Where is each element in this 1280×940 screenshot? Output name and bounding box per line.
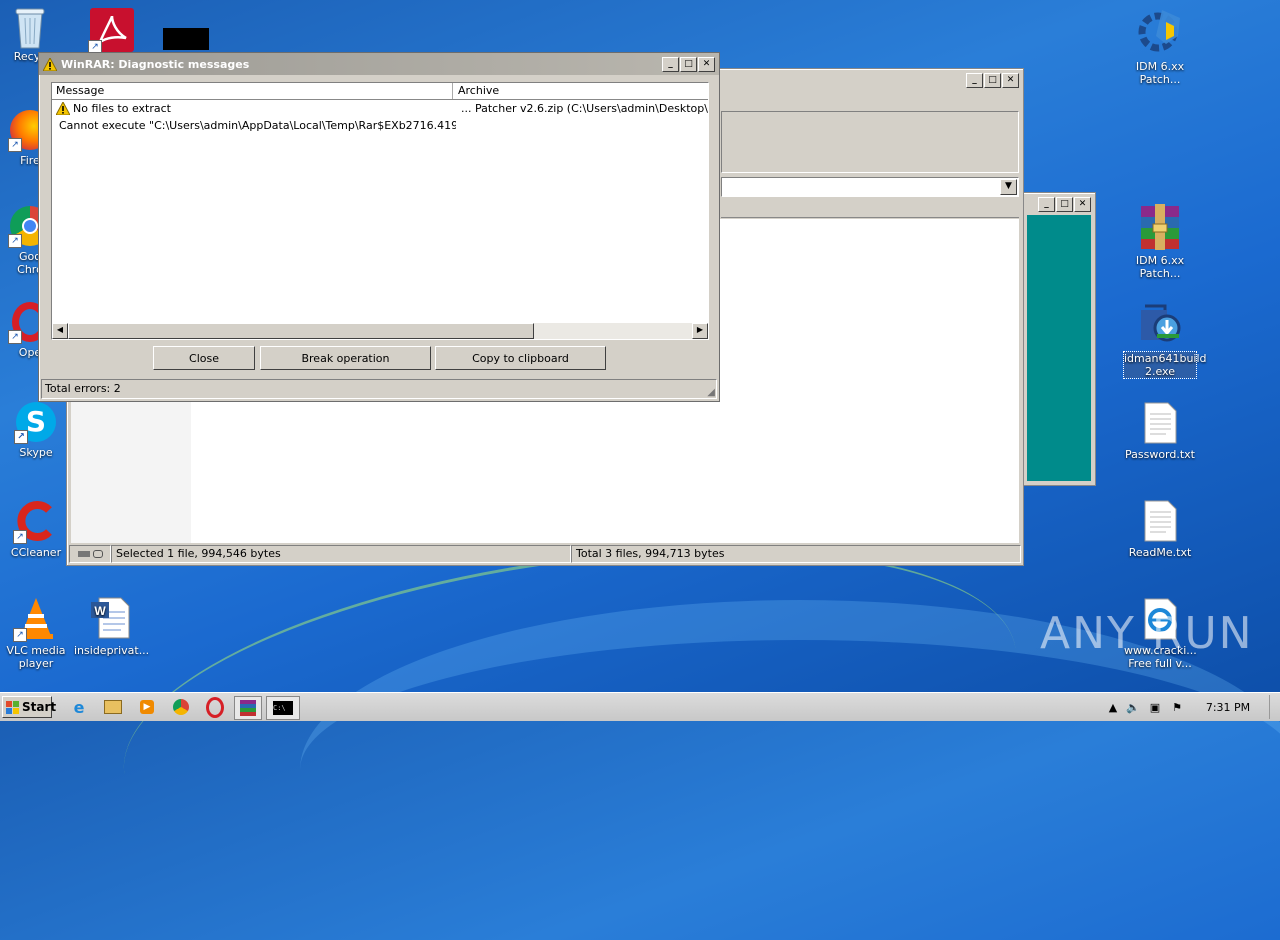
text-file-icon bbox=[1142, 402, 1178, 444]
winrar-archive-icon bbox=[1137, 204, 1183, 250]
network-icon[interactable]: ▣ bbox=[1144, 701, 1166, 714]
idm-installer-icon bbox=[1137, 302, 1183, 348]
dialog-statusbar: Total errors: 2 ◢ bbox=[41, 379, 717, 399]
close-button[interactable]: ✕ bbox=[1074, 196, 1091, 212]
desktop-icon-readme-txt[interactable]: ReadMe.txt bbox=[1124, 500, 1196, 559]
desktop-icon-ccleaner[interactable]: ↗ CCleaner bbox=[0, 500, 72, 559]
chevron-down-icon[interactable]: ▼ bbox=[1000, 179, 1017, 195]
desktop-icon-black[interactable] bbox=[150, 28, 222, 54]
action-center-flag-icon[interactable]: ⚑ bbox=[1166, 701, 1188, 714]
cmd-taskbar-icon[interactable]: C:\ bbox=[266, 696, 300, 720]
shortcut-arrow-icon: ↗ bbox=[8, 234, 22, 248]
main-statusbar: Selected 1 file, 994,546 bytes Total 3 f… bbox=[69, 545, 1021, 563]
file-list-header bbox=[721, 203, 1019, 218]
ccleaner-icon: ↗ bbox=[13, 500, 57, 544]
break-operation-button[interactable]: Break operation bbox=[260, 346, 431, 370]
scroll-right-icon[interactable]: ▶ bbox=[692, 323, 708, 339]
recycle-bin-icon bbox=[10, 6, 50, 49]
desktop-icon-vlc[interactable]: ↗ VLC media player bbox=[0, 596, 72, 670]
show-desktop-button[interactable] bbox=[1269, 695, 1280, 719]
list-header: Message Archive bbox=[52, 83, 708, 100]
desktop-icon-skype[interactable]: S ↗ Skype bbox=[0, 402, 72, 459]
explorer-taskbar-icon[interactable] bbox=[102, 697, 124, 717]
horizontal-scrollbar[interactable]: ◀ ▶ bbox=[52, 323, 708, 339]
row-message: Cannot execute "C:\Users\admin\AppData\L… bbox=[59, 119, 456, 132]
diagnostic-dialog[interactable]: WinRAR: Diagnostic messages _ □ ✕ Messag… bbox=[38, 52, 720, 402]
minimize-button[interactable]: _ bbox=[966, 73, 983, 88]
resize-grip-icon[interactable]: ◢ bbox=[707, 387, 715, 398]
word-doc-icon: W bbox=[89, 596, 131, 640]
media-player-taskbar-icon[interactable]: ▶ bbox=[136, 697, 158, 717]
start-label: Start bbox=[22, 700, 57, 714]
row-message: No files to extract bbox=[73, 102, 171, 115]
opera-taskbar-icon[interactable] bbox=[204, 696, 226, 718]
shortcut-arrow-icon: ↗ bbox=[13, 628, 27, 642]
windows-logo-icon bbox=[6, 700, 19, 714]
scroll-left-icon[interactable]: ◀ bbox=[52, 323, 68, 339]
maximize-button[interactable]: □ bbox=[1056, 196, 1073, 212]
vlc-icon: ↗ bbox=[13, 596, 57, 642]
desktop-icon-idm-patch[interactable]: IDM 6.xx Patch... bbox=[1124, 6, 1196, 86]
volume-icon[interactable]: 🔈 bbox=[1122, 701, 1144, 714]
column-header-message[interactable]: Message bbox=[52, 83, 453, 99]
ie-taskbar-icon[interactable]: e bbox=[68, 697, 90, 717]
drive-icon bbox=[69, 545, 111, 563]
acrobat-icon: ↗ bbox=[88, 8, 134, 54]
tree-pane[interactable] bbox=[71, 399, 191, 543]
black-icon bbox=[163, 28, 209, 50]
warning-icon bbox=[56, 102, 70, 115]
teal-pane bbox=[1027, 215, 1091, 481]
column-header-archive[interactable]: Archive bbox=[453, 83, 708, 99]
system-tray: ▲ 🔈 ▣ ⚑ 7:31 PM bbox=[1104, 695, 1280, 719]
close-dialog-button[interactable]: Close bbox=[153, 346, 255, 370]
anyrun-watermark: ANY RUN bbox=[1040, 608, 1254, 659]
minimize-button[interactable]: _ bbox=[662, 56, 679, 72]
path-combobox[interactable]: ▼ bbox=[721, 177, 1019, 197]
scrollbar-thumb[interactable] bbox=[68, 323, 534, 339]
row-archive: ... Patcher v2.6.zip (C:\Users\admin\Des… bbox=[461, 102, 708, 115]
shortcut-arrow-icon: ↗ bbox=[8, 330, 22, 344]
shortcut-arrow-icon: ↗ bbox=[13, 530, 27, 544]
desktop-icon-winrar-archive[interactable]: IDM 6.xx Patch... bbox=[1124, 204, 1196, 280]
skype-icon: S ↗ bbox=[14, 402, 56, 444]
idm-patch-icon bbox=[1136, 6, 1184, 56]
main-window-caption-buttons: _ □ ✕ bbox=[966, 73, 1019, 88]
toolbar-area bbox=[721, 111, 1019, 173]
close-button[interactable]: ✕ bbox=[698, 56, 715, 72]
start-button[interactable]: Start bbox=[2, 696, 56, 718]
show-hidden-icons-icon[interactable]: ▲ bbox=[1104, 701, 1122, 714]
maximize-button[interactable]: □ bbox=[984, 73, 1001, 88]
copy-to-clipboard-button[interactable]: Copy to clipboard bbox=[435, 346, 606, 370]
list-row[interactable]: Cannot execute "C:\Users\admin\AppData\L… bbox=[52, 117, 708, 134]
svg-text:W: W bbox=[94, 604, 106, 618]
desktop-icon-acrobat[interactable]: ↗ bbox=[76, 8, 148, 56]
winrar-taskbar-icon[interactable] bbox=[234, 696, 262, 720]
warning-icon bbox=[43, 57, 57, 71]
shortcut-arrow-icon: ↗ bbox=[8, 138, 22, 152]
clock[interactable]: 7:31 PM bbox=[1198, 701, 1258, 714]
minimize-button[interactable]: _ bbox=[1038, 196, 1055, 212]
status-selected: Selected 1 file, 994,546 bytes bbox=[111, 545, 571, 563]
close-button[interactable]: ✕ bbox=[1002, 73, 1019, 88]
maximize-button[interactable]: □ bbox=[680, 56, 697, 72]
status-total: Total 3 files, 994,713 bytes bbox=[571, 545, 1021, 563]
dialog-title: WinRAR: Diagnostic messages bbox=[61, 57, 250, 71]
dialog-titlebar[interactable]: WinRAR: Diagnostic messages _ □ ✕ bbox=[39, 53, 719, 75]
taskbar: Start e ▶ C:\ ▲ 🔈 ▣ ⚑ 7:31 PM bbox=[0, 692, 1280, 721]
total-errors: Total errors: 2 bbox=[45, 382, 121, 395]
teal-window-caption: _ □ ✕ bbox=[1023, 193, 1095, 215]
text-file-icon bbox=[1142, 500, 1178, 542]
desktop-icon-word-doc[interactable]: W insideprivat... bbox=[74, 596, 149, 657]
teal-window[interactable]: _ □ ✕ bbox=[1022, 192, 1096, 486]
chrome-taskbar-icon[interactable] bbox=[170, 697, 192, 717]
desktop-icon-password-txt[interactable]: Password.txt bbox=[1124, 402, 1196, 461]
shortcut-arrow-icon: ↗ bbox=[14, 430, 28, 444]
list-row[interactable]: No files to extract ... Patcher v2.6.zip… bbox=[52, 100, 708, 117]
desktop-icon-idm-installer[interactable]: idman641build 2.exe bbox=[1123, 302, 1207, 379]
messages-list[interactable]: Message Archive No files to extract ... … bbox=[51, 82, 709, 340]
